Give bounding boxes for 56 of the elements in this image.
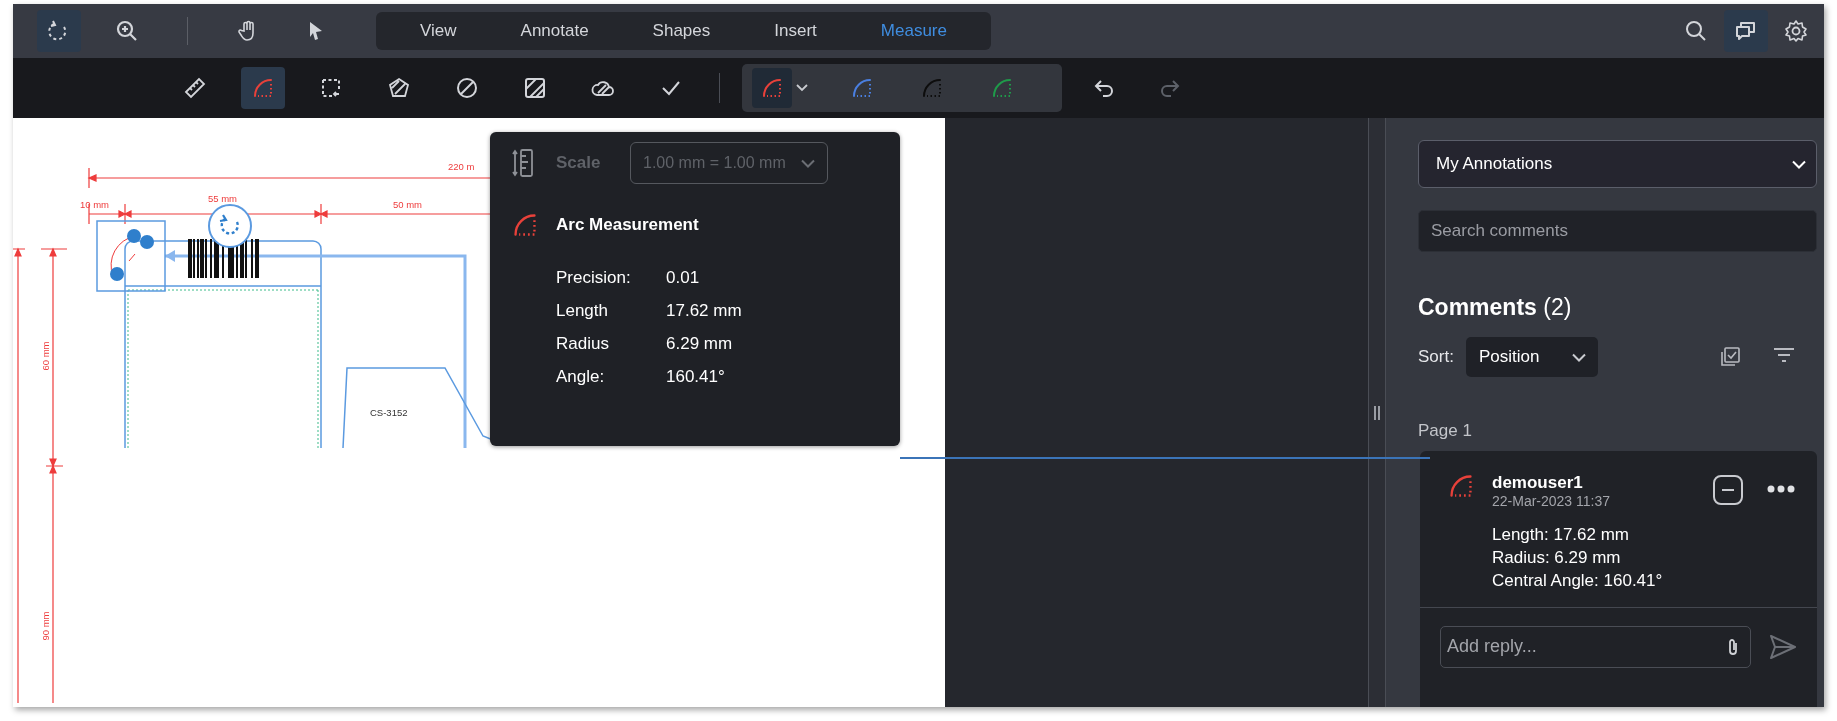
dimension-label: 90 mm	[40, 611, 51, 641]
menu-tab[interactable]: Shapes	[620, 13, 743, 50]
hatched-circle-icon	[455, 76, 479, 101]
property-label: Radius	[556, 334, 610, 354]
property-value: 160.41°	[666, 367, 726, 387]
more-options-icon[interactable]	[1767, 485, 1795, 493]
arc-style-button[interactable]	[752, 68, 792, 109]
filter-icon[interactable]	[1773, 346, 1795, 364]
arc-icon	[1448, 473, 1474, 499]
dimension-label: 220 m	[448, 161, 475, 172]
comment-text: Length: 17.62 mm Radius: 6.29 mm Central Angle: 160.41°	[1492, 524, 1664, 592]
annotation-filter-dropdown[interactable]: My Annotations	[1418, 140, 1817, 188]
arc-icon	[252, 77, 274, 100]
dimension-label: 60 mm	[40, 341, 51, 371]
send-icon[interactable]	[1769, 633, 1797, 660]
arc-tool-button[interactable]	[241, 67, 285, 110]
barcode-drawing	[188, 239, 259, 278]
ruler-scale-icon	[512, 148, 534, 178]
property-label: Angle:	[556, 367, 606, 387]
dimension-label: 55 mm	[208, 193, 238, 204]
comments-button[interactable]	[1724, 10, 1768, 53]
part-label: CS-3152	[370, 407, 408, 418]
chevron-down-icon	[1792, 159, 1806, 169]
ruler-icon	[183, 76, 207, 101]
arc-icon	[512, 212, 538, 238]
dimension-label: 50 mm	[393, 199, 423, 210]
rotate-button[interactable]	[37, 10, 81, 53]
menu-tab[interactable]: View	[388, 13, 489, 50]
hatched-square-icon	[523, 76, 547, 101]
menu-tab[interactable]: Annotate	[488, 13, 621, 50]
property-value: 0.01	[666, 268, 701, 288]
comment-author: demouser1	[1492, 473, 1584, 493]
page-label: Page 1	[1418, 421, 1473, 441]
reply-field[interactable]: Add reply...	[1440, 625, 1751, 668]
select-all-icon[interactable]	[1719, 346, 1741, 368]
property-label: Precision:	[556, 268, 632, 288]
chevron-down-icon	[801, 158, 815, 168]
chevron-down-icon	[1571, 352, 1586, 362]
sort-dropdown[interactable]: Position	[1465, 337, 1598, 377]
dimension-label: 10 mm	[80, 199, 110, 210]
caret-icon[interactable]	[796, 84, 808, 93]
attachment-icon[interactable]	[1727, 636, 1739, 657]
menu-tab[interactable]: Insert	[742, 13, 849, 50]
collapse-icon[interactable]	[1711, 473, 1745, 507]
search-field[interactable]: Search comments	[1418, 210, 1817, 252]
sort-label: Sort:	[1418, 347, 1454, 367]
settings-icon	[1784, 19, 1808, 44]
popup-title: Arc Measurement	[556, 215, 699, 235]
scale-label: Scale	[556, 153, 602, 173]
menu-tab[interactable]: Measure	[848, 13, 979, 50]
property-value: 6.29 mm	[666, 334, 734, 354]
property-label: Length	[556, 301, 609, 321]
comments-heading: Comments (2)	[1418, 294, 1573, 321]
property-value: 17.62 mm	[666, 301, 743, 321]
comment-date: 22-Mar-2023 11:37	[1492, 493, 1612, 509]
rotate-handle[interactable]	[208, 204, 252, 248]
